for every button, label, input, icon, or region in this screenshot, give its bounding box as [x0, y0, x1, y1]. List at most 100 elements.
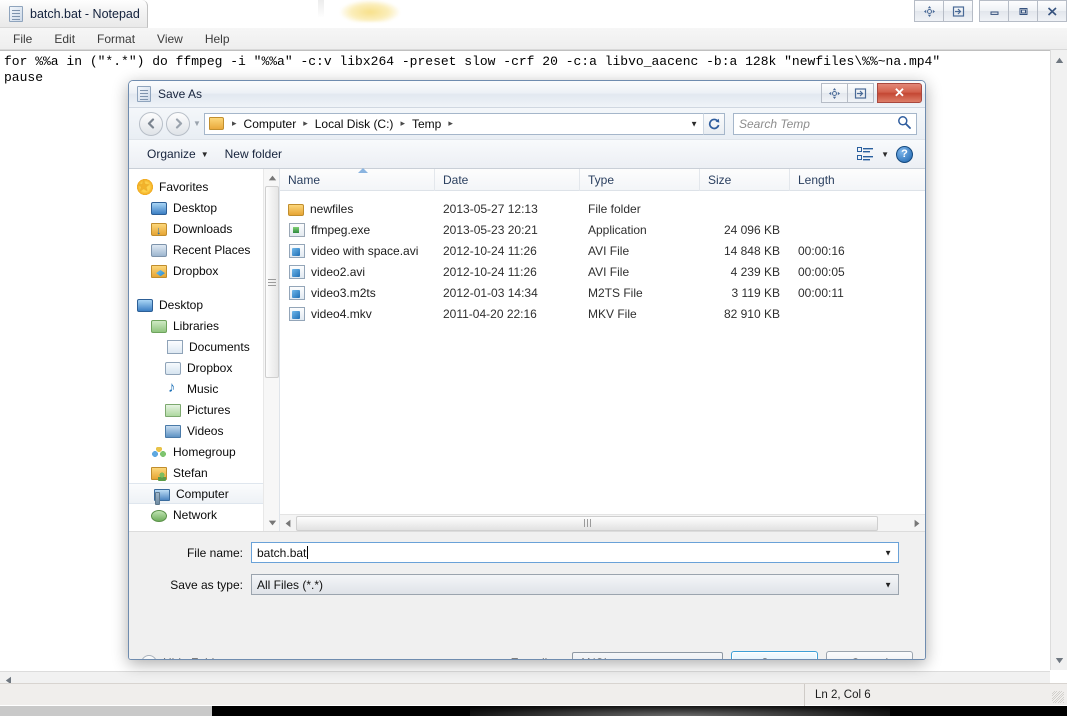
nav-item-stefan[interactable]: Stefan [129, 462, 279, 483]
view-chevron-down-icon[interactable]: ▼ [881, 150, 889, 159]
video-file-icon [289, 244, 305, 258]
breadcrumb-separator[interactable]: ▸ [445, 118, 456, 129]
nav-item-pictures[interactable]: Pictures [129, 399, 279, 420]
menu-format[interactable]: Format [94, 30, 138, 48]
maximize-button[interactable] [1008, 0, 1038, 22]
resize-grip[interactable] [1052, 691, 1064, 703]
aero-snap-icon[interactable] [847, 83, 874, 103]
breadcrumb-local-disk[interactable]: Local Disk (C:) [313, 116, 396, 132]
file-date: 2012-01-03 14:34 [443, 285, 538, 300]
nav-label: Desktop [173, 200, 218, 215]
column-header-type[interactable]: Type [580, 169, 700, 191]
close-button[interactable] [1037, 0, 1067, 22]
navigation-scroll-thumb[interactable] [265, 186, 279, 378]
nav-item-dropbox-library[interactable]: Dropbox [129, 357, 279, 378]
file-name: video with space.avi [311, 243, 419, 258]
hide-folders-label: Hide Folders [163, 656, 231, 659]
nav-item-libraries[interactable]: Libraries [129, 315, 279, 336]
table-row[interactable]: ffmpeg.exe 2013-05-23 20:21 Application … [280, 219, 925, 240]
scroll-grip-icon [268, 278, 276, 286]
folder-icon [288, 203, 304, 216]
nav-item-downloads[interactable]: Downloads [129, 218, 279, 239]
file-date: 2013-05-23 20:21 [443, 222, 538, 237]
chevron-down-icon[interactable]: ▼ [884, 548, 892, 557]
notepad-text-line-2: pause [4, 70, 44, 85]
chevron-down-icon[interactable]: ▼ [884, 580, 892, 589]
menu-edit[interactable]: Edit [51, 30, 78, 48]
file-size: 14 848 KB [723, 243, 780, 258]
search-input[interactable]: Search Temp [739, 117, 810, 131]
chevron-down-icon[interactable]: ▼ [607, 656, 619, 659]
nav-item-homegroup[interactable]: Homegroup [129, 441, 279, 462]
file-list-horizontal-scrollbar[interactable] [280, 514, 925, 531]
notepad-title: batch.bat - Notepad [30, 6, 140, 21]
dialog-close-button[interactable]: ✕ [877, 83, 922, 103]
table-row[interactable]: video3.m2ts 2012-01-03 14:34 M2TS File 3… [280, 282, 925, 303]
scroll-down-icon[interactable] [1051, 652, 1067, 668]
dialog-app-icon [137, 86, 151, 102]
nav-item-desktop-fav[interactable]: Desktop [129, 197, 279, 218]
scroll-track[interactable] [296, 515, 909, 531]
table-row[interactable]: video2.avi 2012-10-24 11:26 AVI File 4 2… [280, 261, 925, 282]
file-type: MKV File [588, 306, 637, 321]
breadcrumb-computer[interactable]: Computer [242, 116, 299, 132]
savetype-select[interactable]: All Files (*.*) ▼ [251, 574, 899, 595]
nav-item-computer[interactable]: Computer [129, 483, 279, 505]
new-folder-button[interactable]: New folder [217, 143, 290, 165]
breadcrumb-separator[interactable]: ▸ [300, 118, 311, 129]
filename-value: batch.bat [257, 545, 307, 560]
scroll-down-icon[interactable] [264, 515, 279, 530]
back-button[interactable] [139, 111, 163, 136]
filename-input[interactable]: batch.bat ▼ [251, 542, 899, 563]
menu-file[interactable]: File [10, 30, 35, 48]
nav-item-documents[interactable]: Documents [129, 336, 279, 357]
nav-item-favorites[interactable]: Favorites [129, 176, 279, 197]
table-row[interactable]: video4.mkv 2011-04-20 22:16 MKV File 82 … [280, 303, 925, 324]
chevron-down-icon[interactable]: ▼ [690, 119, 698, 128]
recent-locations-icon[interactable]: ▼ [190, 119, 204, 128]
menu-view[interactable]: View [154, 30, 186, 48]
notepad-title-tab: batch.bat - Notepad [0, 0, 148, 28]
organize-button[interactable]: Organize ▼ [139, 143, 217, 165]
scroll-up-icon[interactable] [264, 170, 279, 185]
aero-move-icon[interactable] [821, 83, 848, 103]
notepad-vertical-scrollbar[interactable] [1050, 50, 1067, 670]
menu-help[interactable]: Help [202, 30, 233, 48]
breadcrumb-temp[interactable]: Temp [410, 116, 443, 132]
help-icon[interactable]: ? [896, 145, 913, 163]
nav-item-music[interactable]: Music [129, 378, 279, 399]
nav-label: Pictures [187, 402, 231, 417]
nav-item-recent-places[interactable]: Recent Places [129, 239, 279, 260]
navigation-scrollbar[interactable] [263, 169, 279, 531]
scroll-left-icon[interactable] [280, 515, 296, 531]
scroll-right-icon[interactable] [909, 515, 925, 531]
breadcrumb-separator[interactable]: ▸ [397, 118, 408, 129]
table-row[interactable]: newfiles 2013-05-27 12:13 File folder [280, 198, 925, 219]
aero-move-icon[interactable] [914, 0, 944, 22]
refresh-button[interactable] [703, 112, 725, 135]
change-view-icon[interactable] [857, 147, 874, 161]
search-box[interactable]: Search Temp [733, 112, 917, 135]
column-header-date[interactable]: Date [435, 169, 580, 191]
nav-item-desktop-root[interactable]: Desktop [129, 294, 279, 315]
save-button[interactable]: Save [731, 651, 818, 659]
table-row[interactable]: video with space.avi 2012-10-24 11:26 AV… [280, 240, 925, 261]
status-empty-cell [0, 683, 805, 706]
download-folder-icon [151, 223, 167, 237]
file-size: 4 239 KB [730, 264, 780, 279]
scroll-up-icon[interactable] [1051, 52, 1067, 68]
aero-snap-icon[interactable] [943, 0, 973, 22]
column-header-length[interactable]: Length [790, 169, 900, 191]
encoding-select[interactable]: ANSI ▼ [572, 652, 723, 659]
scroll-thumb[interactable] [296, 515, 878, 531]
nav-item-videos[interactable]: Videos [129, 420, 279, 441]
hide-folders-button[interactable]: Hide Folders [141, 655, 231, 659]
nav-item-dropbox-fav[interactable]: Dropbox [129, 260, 279, 281]
column-header-size[interactable]: Size [700, 169, 790, 191]
minimize-button[interactable] [979, 0, 1009, 22]
nav-item-network[interactable]: Network [129, 504, 279, 525]
cancel-button[interactable]: Cancel [826, 651, 913, 659]
forward-button[interactable] [166, 111, 190, 136]
breadcrumb-separator[interactable]: ▸ [229, 118, 240, 129]
address-bar[interactable]: ▸ Computer ▸ Local Disk (C:) ▸ Temp ▸ ▼ [204, 112, 703, 135]
